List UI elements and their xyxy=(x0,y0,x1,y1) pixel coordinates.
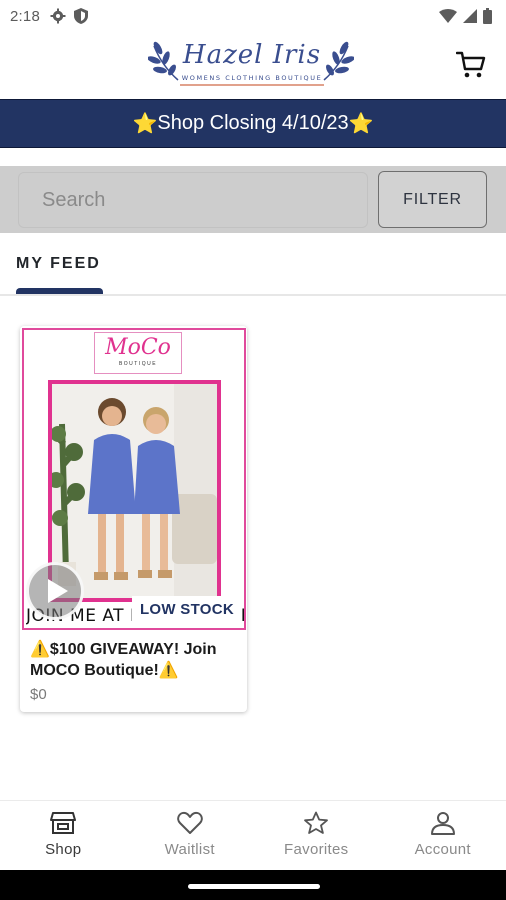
product-title[interactable]: ⚠️$100 GIVEAWAY! Join MOCO Boutique!⚠️ xyxy=(30,639,242,681)
app-screen: 2:18 Hazel Iris WOMENS CLOTHING BOUTIQUE… xyxy=(0,0,506,900)
search-bar-area: Search FILTER xyxy=(0,166,506,233)
product-card[interactable]: MoCo BOUTIQUE ME AT LOW STOCK ⚠️$100 GIV… xyxy=(20,326,247,712)
play-video-button[interactable] xyxy=(26,562,84,620)
nav-shop-label: Shop xyxy=(45,841,82,858)
battery-icon xyxy=(483,8,492,24)
heart-icon xyxy=(176,811,203,834)
nav-account[interactable]: Account xyxy=(380,801,506,870)
filter-button[interactable]: FILTER xyxy=(378,171,487,228)
search-input[interactable]: Search xyxy=(18,172,368,228)
moco-brand: MoCo xyxy=(105,335,171,360)
tab-divider xyxy=(0,294,506,296)
wifi-icon xyxy=(439,9,457,23)
shop-icon xyxy=(50,812,77,834)
announcement-banner: ⭐ Shop Closing 4/10/23 ⭐ xyxy=(0,99,506,148)
banner-text: Shop Closing 4/10/23 xyxy=(157,112,349,134)
bottom-navigation: Shop Waitlist Favorites Account xyxy=(0,800,506,870)
home-gesture-pill[interactable] xyxy=(188,884,320,889)
nav-account-label: Account xyxy=(414,841,471,858)
product-image[interactable]: MoCo BOUTIQUE ME AT LOW STOCK xyxy=(22,328,246,630)
shield-icon xyxy=(74,8,88,24)
logo-underline xyxy=(180,84,324,86)
moco-logo: MoCo BOUTIQUE xyxy=(94,332,182,374)
signal-icon xyxy=(463,9,477,23)
cart-icon[interactable] xyxy=(456,50,486,80)
leaf-left-icon xyxy=(148,41,179,81)
star-icon xyxy=(304,811,329,834)
logo-title: Hazel Iris xyxy=(182,40,322,70)
person-icon xyxy=(430,812,455,835)
product-price: $0 xyxy=(30,686,47,703)
app-header: Hazel Iris WOMENS CLOTHING BOUTIQUE xyxy=(0,32,506,99)
nav-waitlist-label: Waitlist xyxy=(164,841,215,858)
nav-waitlist[interactable]: Waitlist xyxy=(127,801,254,870)
nav-favorites[interactable]: Favorites xyxy=(253,801,380,870)
play-icon xyxy=(48,579,68,603)
star-icon: ⭐ xyxy=(132,113,158,135)
status-bar: 2:18 xyxy=(0,0,506,32)
tab-my-feed[interactable]: MY FEED xyxy=(16,255,104,273)
logo-subtitle: WOMENS CLOTHING BOUTIQUE xyxy=(181,74,323,82)
brand-logo[interactable]: Hazel Iris WOMENS CLOTHING BOUTIQUE xyxy=(148,38,354,90)
nav-shop[interactable]: Shop xyxy=(0,801,127,870)
low-stock-badge: LOW STOCK xyxy=(132,596,242,622)
star-icon: ⭐ xyxy=(348,113,374,135)
nav-favorites-label: Favorites xyxy=(284,841,349,858)
leaf-right-icon xyxy=(323,41,354,81)
settings-icon xyxy=(50,8,66,24)
status-time: 2:18 xyxy=(10,7,40,25)
